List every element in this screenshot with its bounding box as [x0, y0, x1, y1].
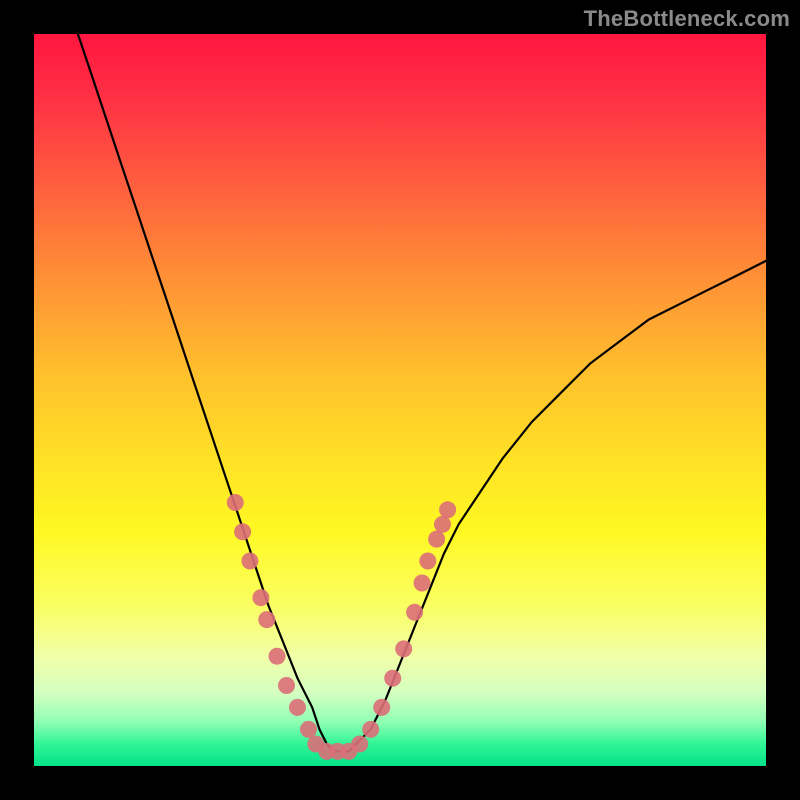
data-marker: [234, 523, 251, 540]
data-marker: [278, 677, 295, 694]
data-marker: [252, 589, 269, 606]
data-marker: [241, 553, 258, 570]
data-marker: [428, 531, 445, 548]
data-markers: [34, 34, 766, 766]
data-marker: [395, 640, 412, 657]
data-marker: [269, 648, 286, 665]
data-marker: [434, 516, 451, 533]
data-marker: [384, 670, 401, 687]
chart-stage: TheBottleneck.com: [0, 0, 800, 800]
data-marker: [414, 575, 431, 592]
plot-area: [34, 34, 766, 766]
data-marker: [419, 553, 436, 570]
data-marker: [258, 611, 275, 628]
data-marker: [227, 494, 244, 511]
data-marker: [300, 721, 317, 738]
watermark-text: TheBottleneck.com: [584, 6, 790, 32]
data-marker: [439, 501, 456, 518]
data-marker: [373, 699, 390, 716]
data-marker: [289, 699, 306, 716]
data-marker: [406, 604, 423, 621]
data-marker: [351, 736, 368, 753]
data-marker: [362, 721, 379, 738]
